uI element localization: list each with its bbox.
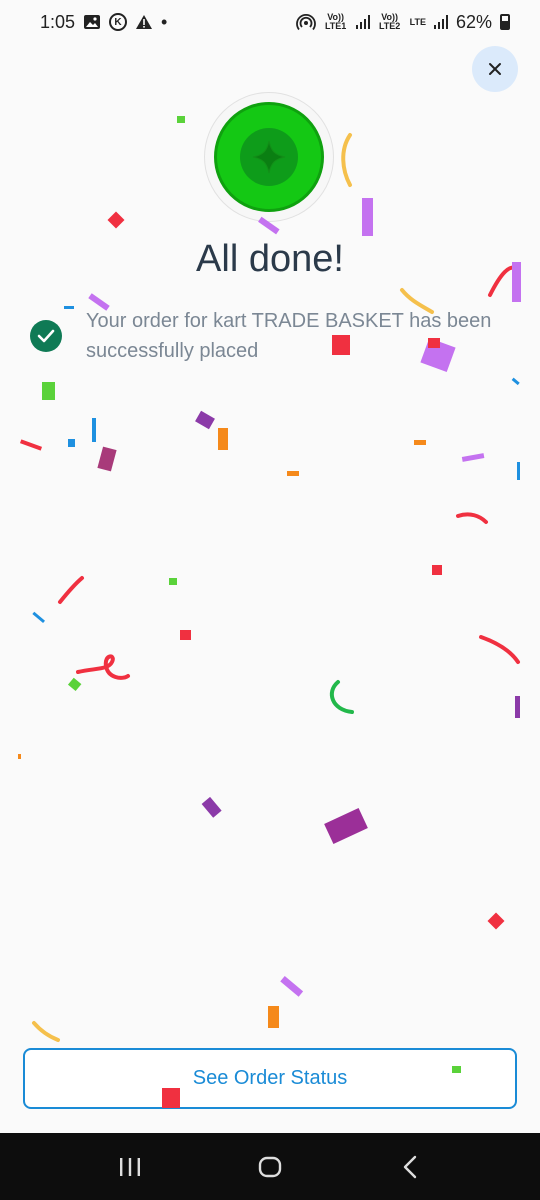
signal-icon <box>433 15 448 29</box>
success-badge <box>204 92 334 222</box>
success-badge-circle <box>214 102 324 212</box>
check-circle-icon <box>30 320 62 352</box>
see-order-status-button[interactable]: See Order Status <box>23 1048 517 1109</box>
close-button[interactable] <box>472 46 518 92</box>
order-message: Your order for kart TRADE BASKET has bee… <box>30 306 500 366</box>
close-icon <box>489 63 501 75</box>
status-bar: 1:05 K • Vo)) LTE1 Vo)) LTE2 LTE 62% <box>0 0 540 44</box>
sim2-label: Vo)) LTE2 <box>378 12 401 31</box>
back-icon[interactable] <box>390 1147 430 1187</box>
status-left: 1:05 K • <box>40 12 167 33</box>
recent-apps-icon[interactable] <box>110 1147 150 1187</box>
image-icon <box>83 14 101 30</box>
status-time: 1:05 <box>40 11 76 32</box>
battery-icon <box>500 14 510 30</box>
signal-icon <box>355 15 370 29</box>
battery-percent: 62% <box>455 11 492 32</box>
k-badge-icon: K <box>109 13 128 31</box>
order-message-text: Your order for kart TRADE BASKET has bee… <box>86 310 492 362</box>
hotspot-icon <box>295 13 316 31</box>
page-title: All done! <box>196 238 344 280</box>
status-dot: • <box>161 11 168 32</box>
warning-icon <box>135 14 153 30</box>
sim1-label: Vo)) LTE1 <box>324 12 347 31</box>
system-nav-bar <box>0 1133 540 1200</box>
home-icon[interactable] <box>250 1147 290 1187</box>
sparkle-badge-icon <box>240 128 298 186</box>
status-right: Vo)) LTE1 Vo)) LTE2 LTE 62% <box>295 11 510 33</box>
lte-label: LTE <box>409 16 426 27</box>
